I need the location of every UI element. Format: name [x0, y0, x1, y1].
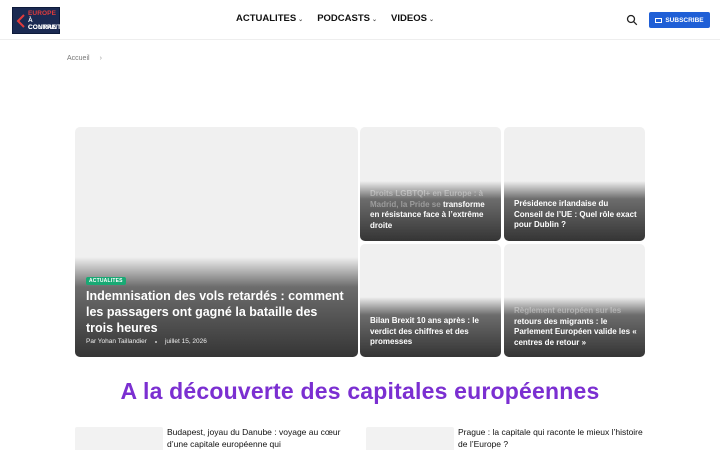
breadcrumb-home-link[interactable]: Accueil — [67, 55, 90, 62]
article-card[interactable]: Règlement européen sur les retours des m… — [504, 244, 645, 357]
category-badge[interactable]: ACTUALITES — [86, 277, 126, 285]
nav-item-videos[interactable]: VIDEOS ⌄ — [391, 13, 434, 24]
logo-text-line-3: COURANT — [28, 24, 62, 31]
article-card-title[interactable]: Droits LGBTQI+ en Europe : à Madrid, la … — [370, 189, 495, 231]
nav-item-label: ACTUALITES — [236, 13, 297, 24]
nav-item-actualites[interactable]: ACTUALITES ⌄ — [236, 13, 303, 24]
chevron-down-icon: ⌄ — [372, 16, 378, 23]
subscribe-button[interactable]: SUBSCRIBE — [649, 12, 710, 28]
site-header: EUROPE À CONTRE COURANT ACTUALITES ⌄ POD… — [0, 0, 720, 40]
article-card-title-faded: Règlement européen sur les — [514, 306, 622, 315]
featured-article-title[interactable]: Indemnisation des vols retardés : commen… — [86, 288, 346, 336]
article-card-title[interactable]: Présidence irlandaise du Conseil de l’UE… — [514, 199, 639, 231]
article-title[interactable]: Budapest, joyau du Danube : voyage au cœ… — [167, 426, 347, 450]
chevron-down-icon: ⌄ — [298, 16, 304, 23]
article-date: juillet 15, 2026 — [164, 338, 207, 345]
article-card[interactable]: Droits LGBTQI+ en Europe : à Madrid, la … — [360, 127, 501, 241]
nav-item-label: VIDEOS — [391, 13, 427, 24]
article-meta: Par Yohan Taillandier juillet 15, 2026 — [86, 338, 207, 345]
search-icon[interactable] — [626, 14, 638, 26]
article-card-title-text: retours des migrants : le Parlement Euro… — [514, 316, 637, 347]
article-card-title[interactable]: Règlement européen sur les retours des m… — [514, 306, 639, 348]
article-thumbnail[interactable] — [366, 427, 454, 450]
article-author[interactable]: Par Yohan Taillandier — [86, 338, 147, 345]
article-card[interactable]: Présidence irlandaise du Conseil de l’UE… — [504, 127, 645, 241]
breadcrumb: Accueil › — [67, 55, 102, 62]
mail-icon — [655, 17, 663, 23]
article-card[interactable]: Bilan Brexit 10 ans après : le verdict d… — [360, 244, 501, 357]
chevron-right-icon: › — [99, 55, 102, 62]
meta-separator-dot — [154, 340, 157, 343]
section-heading: A la découverte des capitales européenne… — [120, 378, 600, 404]
main-nav: ACTUALITES ⌄ PODCASTS ⌄ VIDEOS ⌄ — [236, 13, 434, 24]
chevron-down-icon: ⌄ — [428, 16, 434, 23]
subscribe-label: SUBSCRIBE — [665, 16, 704, 24]
featured-article-card[interactable]: ACTUALITES Indemnisation des vols retard… — [75, 127, 358, 357]
nav-item-label: PODCASTS — [317, 13, 370, 24]
article-title[interactable]: Prague : la capitale qui raconte le mieu… — [458, 426, 643, 450]
logo-arrow-icon — [16, 14, 25, 28]
nav-item-podcasts[interactable]: PODCASTS ⌄ — [317, 13, 377, 24]
article-card-title[interactable]: Bilan Brexit 10 ans après : le verdict d… — [370, 316, 495, 348]
site-logo[interactable]: EUROPE À CONTRE COURANT — [12, 7, 62, 34]
article-thumbnail[interactable] — [75, 427, 163, 450]
